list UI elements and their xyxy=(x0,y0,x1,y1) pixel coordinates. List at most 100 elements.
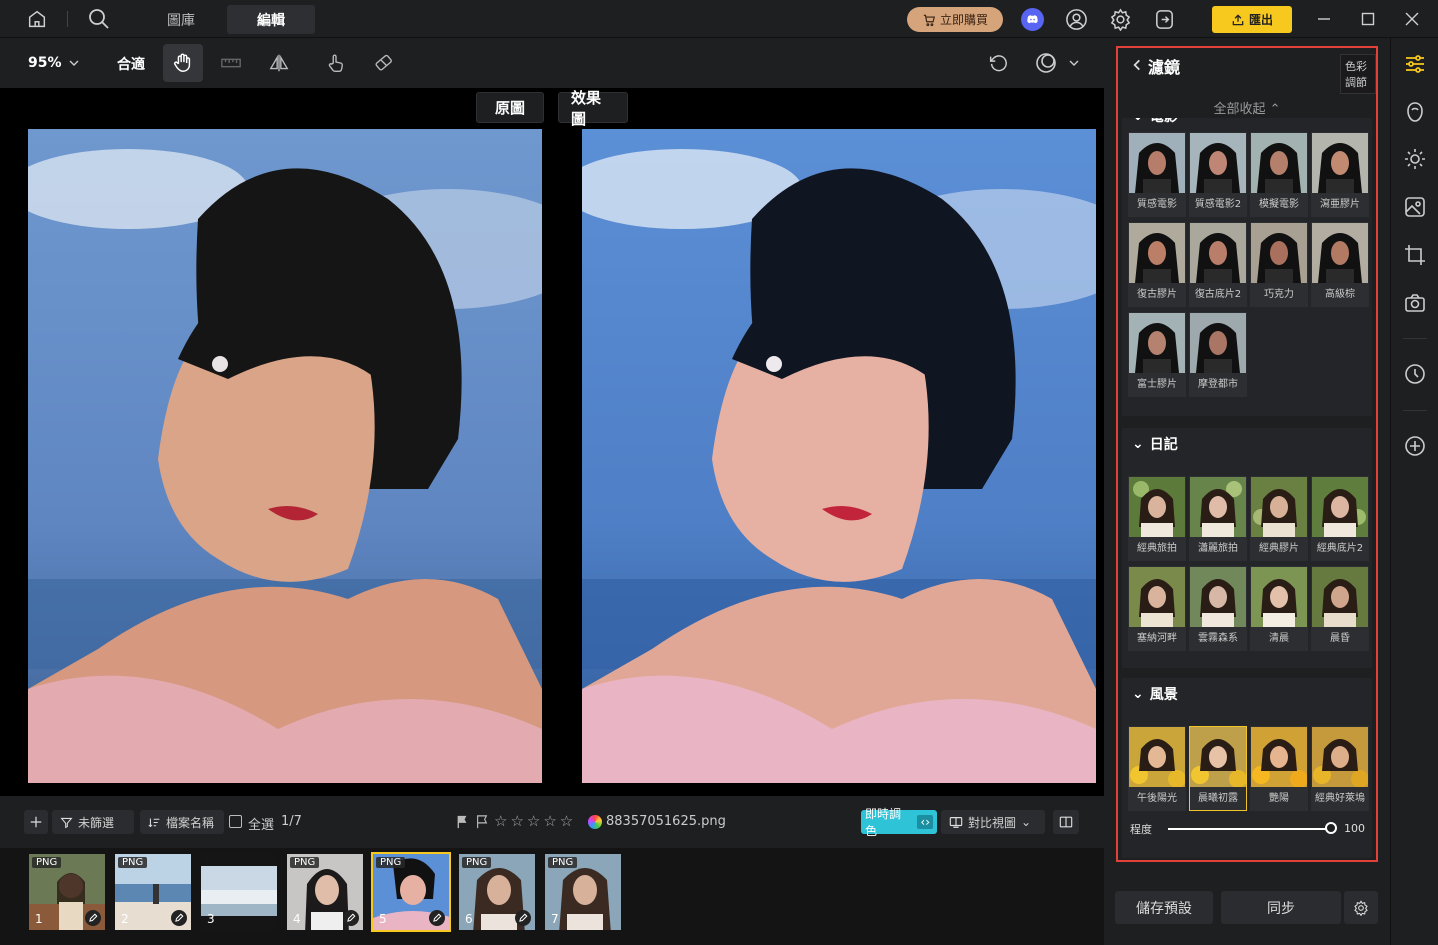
filter-thumb xyxy=(1129,133,1185,193)
thumbnail-3[interactable]: 3 xyxy=(199,852,279,932)
edit-icon xyxy=(429,910,445,926)
filter-item[interactable]: 經典膠片 xyxy=(1250,476,1308,561)
filter-item[interactable]: 巧克力 xyxy=(1250,222,1308,307)
filter-item[interactable]: 晨曦初露 xyxy=(1189,726,1247,811)
light-icon[interactable] xyxy=(1403,147,1427,171)
chevron-down-icon[interactable] xyxy=(1068,57,1080,69)
split-view-button[interactable] xyxy=(1053,810,1079,834)
filter-name: 質感電影 xyxy=(1137,199,1177,210)
filter-name: 經典膠片 xyxy=(1259,543,1299,554)
filter-item[interactable]: 瀟麗旅拍 xyxy=(1189,476,1247,561)
chevron-down-icon[interactable] xyxy=(68,57,80,69)
filter-item[interactable]: 經典底片2 xyxy=(1311,476,1369,561)
reset-icon[interactable] xyxy=(987,52,1009,74)
mask-icon[interactable] xyxy=(1034,51,1058,75)
filter-item[interactable]: 質感電影 xyxy=(1128,132,1186,217)
camera-icon[interactable] xyxy=(1403,291,1427,315)
fit-button[interactable]: 合適 xyxy=(117,54,145,74)
filter-item[interactable]: 經典旅拍 xyxy=(1128,476,1186,561)
filter-thumb xyxy=(1251,567,1307,627)
slider-track[interactable] xyxy=(1168,828,1330,830)
png-tag: PNG xyxy=(376,857,406,868)
effect-photo[interactable] xyxy=(582,129,1096,783)
ruler-icon[interactable] xyxy=(219,52,243,74)
filter-item[interactable]: 午後陽光 xyxy=(1128,726,1186,811)
sort-button[interactable]: 檔案名稱 xyxy=(140,810,224,834)
cart-icon xyxy=(922,13,936,27)
select-all-checkbox[interactable] xyxy=(229,815,242,828)
section-title: 風景 xyxy=(1149,687,1178,703)
eraser-icon[interactable] xyxy=(373,52,395,74)
filter-item[interactable]: 晨昏 xyxy=(1311,566,1369,651)
crop-icon[interactable] xyxy=(1403,243,1427,267)
maximize-icon[interactable] xyxy=(1360,11,1376,27)
close-icon[interactable] xyxy=(1404,11,1420,27)
slider-handle[interactable] xyxy=(1325,822,1337,834)
select-all-label[interactable]: 全選 xyxy=(248,814,274,833)
filter-item[interactable]: 高級棕 xyxy=(1311,222,1369,307)
filter-item[interactable]: 模擬電影 xyxy=(1250,132,1308,217)
image-enhance-icon[interactable] xyxy=(1403,195,1427,219)
filter-item[interactable]: 摩登都市 xyxy=(1189,312,1247,397)
user-icon[interactable] xyxy=(1065,8,1088,31)
tab-library[interactable]: 圖庫 xyxy=(146,5,216,34)
live-adjust-toggle[interactable]: 即時調色 ‹› xyxy=(861,807,937,838)
sign-in-icon[interactable] xyxy=(1153,8,1176,31)
filter-item[interactable]: 雲霧森系 xyxy=(1189,566,1247,651)
filter-thumb xyxy=(1312,133,1368,193)
degree-slider[interactable]: 程度 100 xyxy=(1130,818,1370,840)
minimize-icon[interactable] xyxy=(1316,11,1332,27)
filter-item[interactable]: 艷陽 xyxy=(1250,726,1308,811)
filter-item[interactable]: 復古底片2 xyxy=(1189,222,1247,307)
filter-item[interactable]: 經典好萊塢 xyxy=(1311,726,1369,811)
collapse-all-button[interactable]: 全部收起 ⌃ xyxy=(1118,98,1376,117)
filter-name: 巧克力 xyxy=(1264,289,1294,300)
flag-icon[interactable] xyxy=(455,815,469,829)
filter-thumb xyxy=(1190,133,1246,193)
section-header[interactable]: ⌄ 風景 xyxy=(1132,684,1178,704)
thumbnail-5[interactable]: PNG 5 xyxy=(371,852,451,932)
filter-item[interactable]: 清晨 xyxy=(1250,566,1308,651)
filter-item[interactable]: 質感電影2 xyxy=(1189,132,1247,217)
color-adjust-tab[interactable]: 色彩調節 xyxy=(1340,54,1376,94)
original-photo[interactable] xyxy=(28,129,542,783)
chevron-down-icon: ⌄ xyxy=(1132,118,1144,124)
chevron-left-icon[interactable] xyxy=(1130,58,1144,72)
gear-icon[interactable] xyxy=(1109,8,1132,31)
tab-edit[interactable]: 編輯 xyxy=(227,5,315,34)
export-button[interactable]: 匯出 xyxy=(1212,6,1292,33)
reject-flag-icon[interactable] xyxy=(475,815,489,829)
filter-item[interactable]: 塞納河畔 xyxy=(1128,566,1186,651)
add-circle-icon[interactable] xyxy=(1403,434,1427,458)
section-header[interactable]: ⌄ 電影 xyxy=(1132,118,1178,126)
star-rating[interactable]: ☆☆☆☆☆ xyxy=(494,812,576,830)
search-icon[interactable] xyxy=(87,7,111,31)
filter-item[interactable]: 瀉亜膠片 xyxy=(1311,132,1369,217)
zoom-level[interactable]: 95% xyxy=(28,55,62,71)
adjust-sliders-icon[interactable] xyxy=(1403,52,1427,76)
section-header[interactable]: ⌄ 日記 xyxy=(1132,434,1178,454)
filter-item[interactable]: 富士膠片 xyxy=(1128,312,1186,397)
flip-icon[interactable] xyxy=(267,52,291,74)
discord-icon[interactable] xyxy=(1021,8,1044,31)
filter-name: 經典旅拍 xyxy=(1137,543,1177,554)
home-icon[interactable] xyxy=(26,8,48,30)
filter-button[interactable]: 未篩選 xyxy=(52,810,134,834)
history-icon[interactable] xyxy=(1403,362,1427,386)
filter-item[interactable]: 復古膠片 xyxy=(1128,222,1186,307)
thumbnail-1[interactable]: PNG 1 xyxy=(27,852,107,932)
sync-button[interactable]: 同步 xyxy=(1221,891,1341,924)
thumbnail-7[interactable]: PNG 7 xyxy=(543,852,623,932)
buy-now-button[interactable]: 立即購買 xyxy=(907,7,1003,32)
thumbnail-2[interactable]: PNG 2 xyxy=(113,852,193,932)
face-retouch-icon[interactable] xyxy=(1403,100,1427,124)
add-button[interactable] xyxy=(24,810,48,834)
thumbnail-4[interactable]: PNG 4 xyxy=(285,852,365,932)
thumbnail-6[interactable]: PNG 6 xyxy=(457,852,537,932)
compare-view-dropdown[interactable]: 對比視圖 ⌄ xyxy=(941,810,1045,834)
color-label-icon[interactable] xyxy=(588,815,602,829)
sync-settings-button[interactable] xyxy=(1344,891,1378,924)
filter-thumb xyxy=(1129,727,1185,787)
save-preset-button[interactable]: 儲存預設 xyxy=(1115,891,1213,924)
touch-icon[interactable] xyxy=(325,52,347,74)
